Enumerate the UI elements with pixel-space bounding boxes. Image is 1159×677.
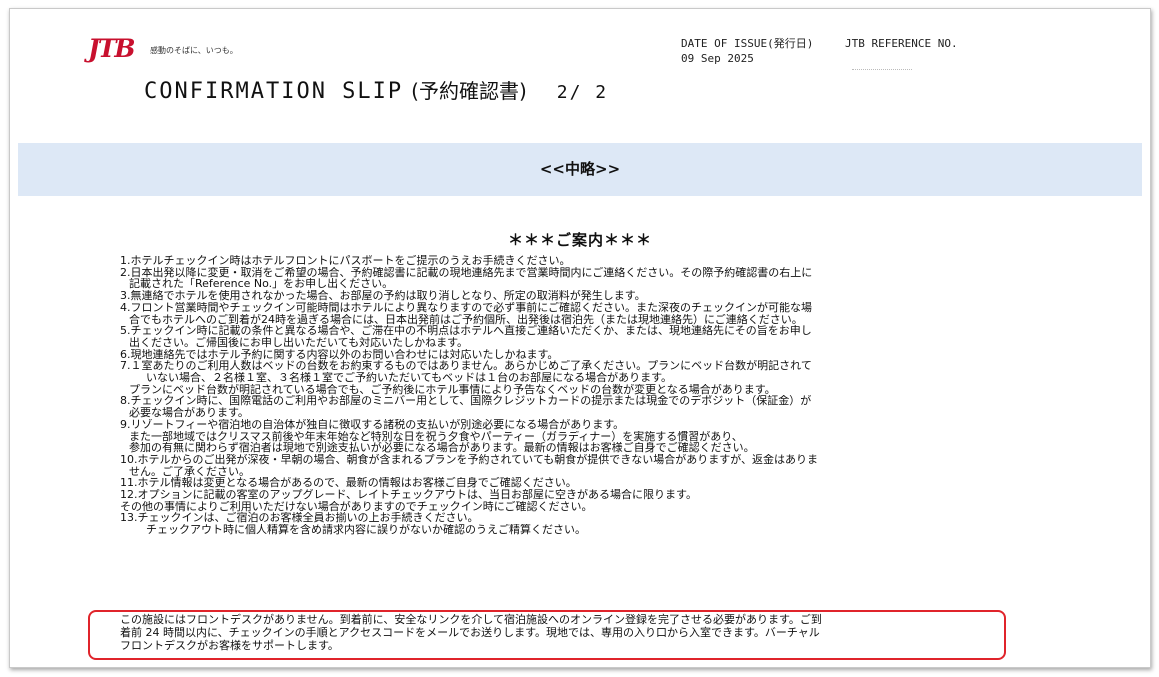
jtb-logo-tagline: 感動のそばに、いつも。 [150, 46, 238, 55]
no-front-desk-notice-text: この施設にはフロントデスクがありません。到着前に、安全なリンクを介して宿泊施設へ… [120, 613, 1000, 652]
note-line: せん。ご了承ください。 [129, 465, 250, 478]
note-line: また一部地域ではクリスマス前後や年末年始など特別な日を祝う夕食やパーティー（ガラ… [129, 430, 743, 443]
reference-block: JTB REFERENCE NO. [845, 36, 958, 51]
notice-line: この施設にはフロントデスクがありません。到着前に、安全なリンクを介して宿泊施設へ… [120, 613, 822, 626]
note-line: 出ください。ご帰国後にお申し出いただいても対応いたしかねます。 [129, 336, 469, 349]
note-line: その他の事情によりご利用いただけない場合がありますのでチェックイン時にご確認くだ… [120, 500, 593, 513]
issue-date-block: DATE OF ISSUE(発行日) 09 Sep 2025 [681, 36, 813, 66]
note-line: いない場合、２名様１室、３名様１室でご予約いただいてもベッドは１台のお部屋になる… [146, 372, 673, 384]
note-line: 8.チェックイン時に、国際電話のご利用やお部屋のミニバー用として、国際クレジット… [120, 395, 812, 408]
title-jp: (予約確認書) [411, 79, 527, 103]
guide-notes: 1.ホテルチェックイン時はホテルフロントにパスポートをご提示のうえお手続きくださ… [120, 255, 1000, 536]
note-line: 参加の有無に関わらず宿泊者は現地で別途支払いが必要になる場合があります。最新の情… [129, 442, 755, 454]
note-line: 必要な場合があります。 [129, 407, 249, 419]
note-line: 10.ホテルからのご出発が深夜・早朝の場合、朝食が含まれるプランを予約されていて… [120, 453, 819, 466]
notice-line: フロントデスクがお客様をサポートします。 [120, 639, 339, 652]
omitted-section-band: <<中略>> [18, 143, 1142, 196]
issue-date-value: 09 Sep 2025 [681, 52, 754, 65]
note-line: 記載された「Reference No.」をお申し出ください。 [129, 278, 394, 291]
reference-number-redacted [852, 69, 912, 70]
note-line: 12.オプションに記載の客室のアップグレード、レイトチェックアウトは、当日お部屋… [120, 489, 697, 501]
issue-date-label: DATE OF ISSUE(発行日) [681, 37, 814, 50]
note-line: 3.無連絡でホテルを使用されなかった場合、お部屋の予約は取り消しとなり、所定の取… [120, 290, 646, 302]
note-line: 5.チェックイン時に記載の条件と異なる場合や、ご滞在中の不明点はホテルへ直接ご連… [120, 325, 812, 337]
guide-heading: ＊＊＊ご案内＊＊＊ [507, 231, 652, 249]
notice-line: 着前 24 時間以内に、チェックインの手順とアクセスコードをメールでお送りします… [120, 626, 820, 639]
note-line: 13.チェックインは、ご宿泊のお客様全員お揃いの上お手続きください。 [120, 512, 479, 525]
confirmation-slip-page: JTB 感動のそばに、いつも。 CONFIRMATION SLIP (予約確認書)… [9, 8, 1151, 668]
omitted-label: <<中略>> [539, 160, 621, 178]
note-line: 4.フロント営業時間やチェックイン可能時間はホテルにより異なりますので必ず事前に… [120, 301, 813, 314]
document-title: CONFIRMATION SLIP (予約確認書) 2/ 2 [144, 75, 608, 104]
note-line: 2.日本出発以降に変更・取消をご希望の場合、予約確認書に記載の現地連絡先まで営業… [120, 266, 813, 279]
reference-label: JTB REFERENCE NO. [845, 37, 958, 50]
note-line: チェックアウト時に個人精算を含め請求内容に誤りがないか確認のうえご精算ください。 [146, 524, 586, 536]
title-en: CONFIRMATION SLIP [144, 79, 404, 104]
jtb-logo-mark: JTB [88, 34, 136, 63]
note-line: 9.リゾートフィーや宿泊地の自治体が独自に徴収する諸税の支払いが別途必要になる場… [120, 418, 625, 431]
note-line: プランにベッド台数が明記されている場合でも、ご予約後にホテル事情により予告なくベ… [129, 383, 776, 396]
note-line: 7.１室あたりのご利用人数はベッドの台数をお約束するものではありません。あらかじ… [120, 360, 812, 373]
note-line: 11.ホテル情報は変更となる場合があるので、最新の情報はお客様ご自身でご確認くだ… [120, 477, 577, 490]
page-number: 2/ 2 [556, 82, 609, 103]
note-line: 6.現地連絡先ではホテル予約に関する内容以外のお問い合わせには対応いたしかねます… [120, 348, 559, 361]
note-line: 1.ホテルチェックイン時はホテルフロントにパスポートをご提示のうえお手続きくださ… [120, 255, 571, 267]
note-line: 合でもホテルへのご到着が24時を過ぎる場合には、日本出発前はご予約個所、出発後は… [129, 313, 803, 326]
